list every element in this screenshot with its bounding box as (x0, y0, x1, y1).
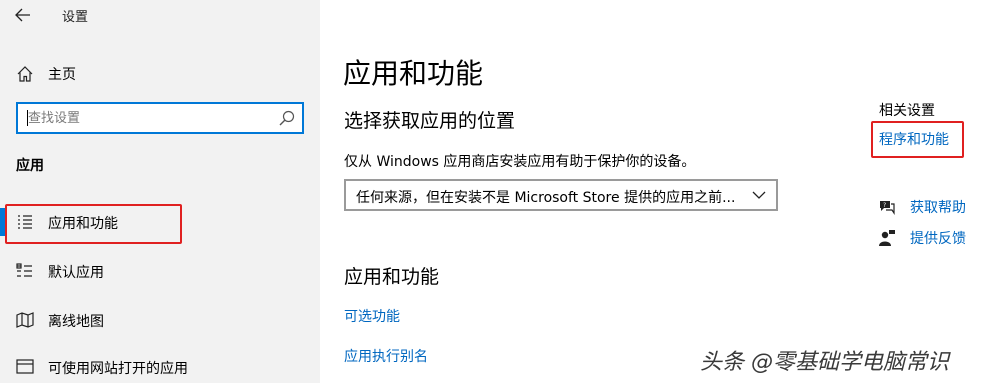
page-title: 应用和功能 (343, 57, 484, 90)
highlight-box (871, 121, 964, 158)
sidebar: 设置 主页 应用 应用和功能 默认应用 离线地图 可使用网站打开的应用 (0, 0, 320, 383)
sidebar-item-website-apps[interactable]: 可使用网站打开的应用 (0, 349, 320, 383)
back-button[interactable] (8, 3, 38, 27)
svg-text:?: ? (883, 202, 886, 209)
section-title: 应用 (16, 158, 44, 174)
home-nav-item[interactable]: 主页 (0, 56, 320, 90)
install-source-dropdown[interactable]: 任何来源，但在安装不是 Microsoft Store 提供的应用之前... (344, 179, 778, 211)
default-apps-icon (16, 263, 32, 277)
feedback-icon (879, 230, 895, 246)
title-bar: 设置 (0, 0, 320, 32)
related-settings-heading: 相关设置 (879, 103, 935, 119)
back-arrow-icon (15, 8, 30, 22)
highlight-box (5, 204, 182, 244)
get-help-label: 获取帮助 (910, 200, 966, 216)
search-box[interactable] (16, 102, 304, 134)
apps-features-heading: 应用和功能 (344, 266, 440, 288)
give-feedback-label: 提供反馈 (910, 231, 966, 247)
install-source-heading: 选择获取应用的位置 (344, 110, 516, 132)
search-icon[interactable] (278, 109, 296, 127)
text-caret (27, 110, 28, 126)
home-icon (17, 66, 33, 82)
sidebar-item-label: 离线地图 (48, 314, 104, 330)
chevron-down-icon (752, 191, 766, 199)
install-source-description: 仅从 Windows 应用商店安装应用有助于保护你的设备。 (344, 154, 696, 170)
window-title: 设置 (62, 10, 89, 25)
sidebar-item-default-apps[interactable]: 默认应用 (0, 253, 320, 289)
watermark: 头条 @零基础学电脑常识 (700, 350, 949, 375)
app-execution-aliases-link[interactable]: 应用执行别名 (344, 346, 428, 366)
website-apps-icon (16, 359, 34, 374)
search-input[interactable] (18, 104, 268, 132)
sidebar-item-label: 可使用网站打开的应用 (48, 361, 188, 377)
home-label: 主页 (48, 67, 76, 83)
sidebar-item-offline-maps[interactable]: 离线地图 (0, 302, 320, 338)
optional-features-link[interactable]: 可选功能 (344, 306, 400, 326)
help-chat-icon: ? (880, 201, 895, 215)
sidebar-item-label: 默认应用 (48, 265, 104, 281)
offline-map-icon (16, 312, 34, 328)
dropdown-value: 任何来源，但在安装不是 Microsoft Store 提供的应用之前... (356, 190, 736, 206)
get-help-link[interactable]: ? 获取帮助 (878, 196, 988, 220)
give-feedback-link[interactable]: 提供反馈 (878, 227, 988, 251)
